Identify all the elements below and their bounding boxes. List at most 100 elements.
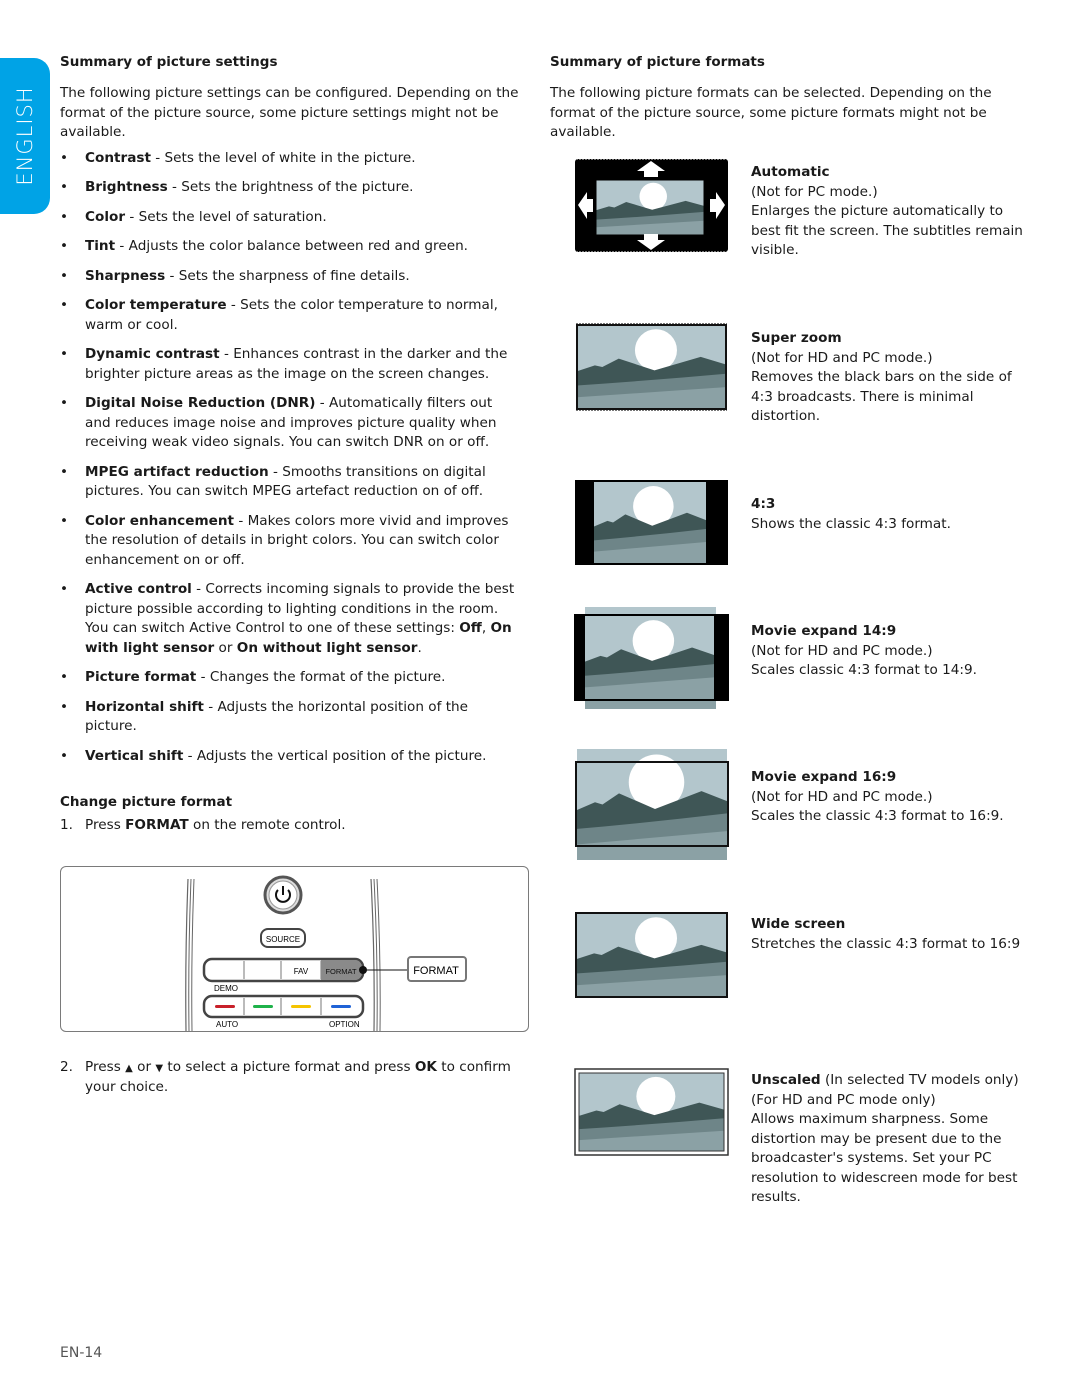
up-arrow-icon: ▲ (125, 1062, 133, 1074)
auto-label: AUTO (216, 1020, 238, 1029)
setting-item: Color temperature - Sets the color tempe… (60, 296, 520, 335)
step-text: Press (85, 817, 126, 833)
format-text: Shows the classic 4:3 format. (751, 515, 951, 532)
step-number: 2. (60, 1058, 73, 1075)
picture-settings-column: Summary of picture settings The followin… (60, 54, 529, 1098)
format-title: Movie expand 16:9 (751, 769, 897, 785)
setting-term: Contrast (85, 149, 151, 166)
setting-term: MPEG artifact reduction (85, 463, 269, 480)
setting-term: Sharpness (85, 267, 166, 284)
setting-item: Brightness - Sets the brightness of the … (60, 178, 520, 198)
format-callout: FORMAT (407, 955, 467, 982)
formats-intro: The following picture formats can be sel… (550, 85, 992, 140)
remote-control-drawing: SOURCE FAV FORMAT FORMAT DEMO AUTO OPTIO… (185, 875, 467, 1031)
setting-item: Horizontal shift - Adjusts the horizonta… (60, 698, 520, 737)
setting-item: Vertical shift - Adjusts the vertical po… (60, 747, 520, 767)
step-text: to select a picture format and press (163, 1058, 415, 1075)
settings-heading: Summary of picture settings (60, 54, 278, 70)
format-text: (Not for HD and PC mode.) (751, 788, 933, 805)
setting-item: Picture format - Changes the format of t… (60, 668, 520, 688)
language-tab-label: ENGLISH (13, 86, 37, 186)
format-title: Unscaled (751, 1072, 821, 1088)
language-tab: ENGLISH (0, 58, 50, 214)
automatic-format-illustration (574, 158, 729, 257)
setting-desc: - Changes the format of the picture. (196, 669, 446, 685)
setting-item: Dynamic contrast - Enhances contrast in … (60, 345, 520, 384)
step-2: 2. Press ▲ or ▼ to select a picture forma… (60, 1058, 520, 1098)
step-key: FORMAT (125, 817, 189, 833)
format-title-note: (In selected TV models only) (820, 1072, 1019, 1088)
steps-list-1: 1. Press FORMAT on the remote control. (60, 816, 520, 836)
format-text: (Not for HD and PC mode.) (751, 642, 933, 659)
step-1: 1. Press FORMAT on the remote control. (60, 816, 520, 836)
setting-term: Color enhancement (85, 512, 235, 529)
setting-term: Color temperature (85, 297, 227, 313)
movie-expand-14-9-format-illustration (574, 607, 729, 713)
format-description: Automatic (Not for PC mode.) Enlarges the … (751, 163, 1031, 261)
setting-term: Active control (85, 581, 192, 597)
setting-item: Tint - Adjusts the color balance between… (60, 237, 520, 257)
unscaled-format-illustration (574, 1068, 729, 1160)
setting-item: Color enhancement - Makes colors more vi… (60, 512, 520, 571)
step-number: 1. (60, 817, 73, 833)
setting-term: Dynamic contrast (85, 346, 220, 362)
source-button[interactable]: SOURCE (260, 927, 306, 948)
setting-desc: - Sets the level of white in the picture… (150, 149, 416, 166)
setting-desc: . (417, 639, 422, 656)
step-text: on the remote control. (188, 817, 346, 833)
format-callout-label: FORMAT (413, 965, 459, 977)
setting-desc: - Sets the level of saturation. (125, 208, 327, 225)
red-key[interactable] (215, 1004, 235, 1008)
format-description: Super zoom (Not for HD and PC mode.) Remov… (751, 329, 1031, 427)
setting-term: Horizontal shift (85, 698, 204, 715)
setting-term: Brightness (85, 179, 168, 195)
fav-label: FAV (294, 967, 309, 976)
format-title: 4:3 (751, 496, 776, 512)
setting-term: Picture format (85, 669, 197, 685)
formats-heading: Summary of picture formats (550, 54, 765, 70)
format-description: Unscaled (In selected TV models only) (Fo… (751, 1071, 1031, 1208)
blue-key[interactable] (331, 1004, 351, 1008)
steps-list-2: 2. Press ▲ or ▼ to select a picture forma… (60, 1058, 520, 1098)
format-description: Movie expand 14:9 (Not for HD and PC mode… (751, 622, 1031, 681)
setting-item: Sharpness - Sets the sharpness of fine d… (60, 267, 520, 287)
source-label: SOURCE (266, 935, 300, 944)
demo-label: DEMO (214, 984, 238, 993)
settings-list: Contrast - Sets the level of white in th… (60, 149, 520, 767)
setting-desc: - Sets the sharpness of fine details. (165, 267, 410, 284)
down-arrow-icon: ▼ (155, 1062, 164, 1074)
format-title: Movie expand 14:9 (751, 623, 897, 639)
format-title: Super zoom (751, 330, 842, 346)
format-description: Movie expand 16:9 (Not for HD and PC mode… (751, 768, 1031, 827)
settings-intro: The following picture settings can be co… (60, 85, 519, 140)
setting-item: Digital Noise Reduction (DNR) - Automati… (60, 394, 520, 453)
format-text: Enlarges the picture automatically to be… (751, 203, 1023, 258)
setting-option: Off (459, 620, 482, 636)
setting-term: Vertical shift (85, 747, 184, 764)
change-format-heading: Change picture format (60, 794, 233, 810)
format-text: (For HD and PC mode only) (751, 1091, 936, 1108)
format-text: Scales classic 4:3 format to 14:9. (751, 662, 977, 678)
setting-desc: or (214, 639, 237, 656)
setting-item: Color - Sets the level of saturation. (60, 208, 520, 228)
step-key: OK (414, 1058, 437, 1075)
picture-formats-column: Summary of picture formats The following… (550, 54, 1030, 148)
format-description: 4:3 Shows the classic 4:3 format. (751, 495, 1031, 534)
format-text: Stretches the classic 4:3 format to 16:9 (751, 935, 1021, 952)
power-button[interactable] (263, 875, 303, 914)
setting-desc: - Adjusts the color balance between red … (115, 238, 469, 254)
format-text: Scales the classic 4:3 format to 16:9. (751, 808, 1004, 824)
setting-desc: - Adjusts the vertical position of the p… (183, 747, 487, 764)
setting-desc: - Sets the brightness of the picture. (167, 179, 414, 195)
wide-screen-format-illustration (574, 911, 729, 1003)
setting-term: Color (85, 208, 126, 225)
yellow-key[interactable] (291, 1004, 311, 1008)
movie-expand-16-9-format-illustration (574, 748, 729, 864)
format-title: Wide screen (751, 916, 846, 932)
format-title: Automatic (751, 164, 830, 180)
green-key[interactable] (253, 1004, 273, 1008)
color-key-row (202, 994, 365, 1018)
setting-option: On without light sensor (236, 639, 418, 656)
super-zoom-format-illustration (574, 322, 729, 416)
format-text: Removes the black bars on the side of 4:… (751, 369, 1012, 424)
